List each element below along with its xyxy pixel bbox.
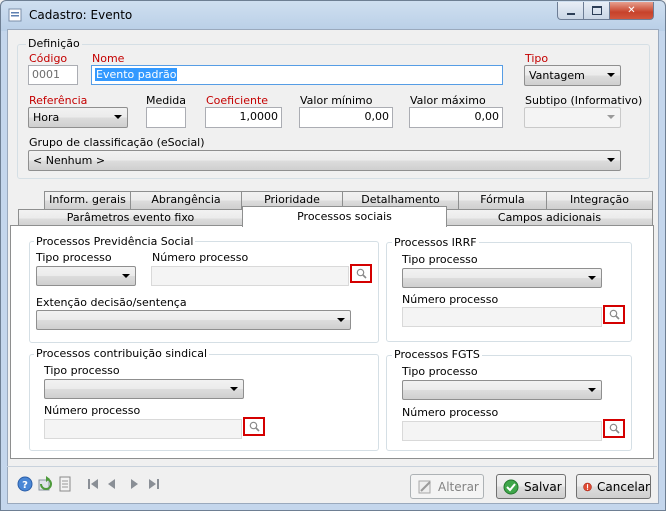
sindical-numero-field[interactable] xyxy=(44,419,242,439)
bottom-separator xyxy=(7,466,657,467)
maximize-icon xyxy=(591,6,602,15)
medida-label: Medida xyxy=(146,94,187,107)
irrf-search-button[interactable] xyxy=(603,305,625,324)
alterar-button[interactable]: Alterar xyxy=(410,474,484,499)
previdencia-search-button[interactable] xyxy=(350,264,372,283)
salvar-button[interactable]: Salvar xyxy=(496,474,566,499)
help-icon[interactable]: ? xyxy=(17,476,33,492)
search-icon xyxy=(249,421,260,432)
valor-maximo-label: Valor máximo xyxy=(410,94,486,107)
cancelar-button[interactable]: Cancelar xyxy=(576,474,651,499)
fgts-group-title: Processos FGTS xyxy=(392,348,482,361)
codigo-field[interactable]: 0001 xyxy=(28,65,78,85)
document-icon[interactable] xyxy=(57,476,73,492)
fgts-numero-field[interactable] xyxy=(402,421,602,441)
tipo-label: Tipo xyxy=(525,52,549,65)
app-icon xyxy=(8,8,22,22)
coeficiente-label: Coeficiente xyxy=(206,94,269,107)
window-title: Cadastro: Evento xyxy=(29,8,133,22)
nome-field[interactable]: Evento padrão xyxy=(91,65,503,85)
minimize-button[interactable] xyxy=(557,2,584,20)
tab-inform-gerais[interactable]: Inform. gerais xyxy=(44,191,131,209)
check-icon xyxy=(503,479,519,494)
irrf-numero-field[interactable] xyxy=(402,307,602,327)
coeficiente-field[interactable]: 1,0000 xyxy=(205,107,282,128)
search-icon xyxy=(609,423,620,434)
medida-field[interactable] xyxy=(146,107,186,128)
tipo-select-value: Vantagem xyxy=(529,69,585,82)
referencia-select-value: Hora xyxy=(33,111,60,124)
tab-abrangencia[interactable]: Abrangência xyxy=(130,191,242,209)
previdencia-numero-label: Número processo xyxy=(152,251,249,264)
chevron-down-icon xyxy=(337,318,345,322)
valor-maximo-field[interactable]: 0,00 xyxy=(409,107,503,128)
chevron-down-icon xyxy=(114,115,122,119)
tipo-select[interactable]: Vantagem xyxy=(524,65,621,86)
grupo-label: Grupo de classificação (eSocial) xyxy=(29,136,205,149)
sindical-numero-label: Número processo xyxy=(44,404,141,417)
search-icon xyxy=(356,268,367,279)
tab-formula[interactable]: Fórmula xyxy=(458,191,547,209)
referencia-select[interactable]: Hora xyxy=(28,107,128,128)
previdencia-extencao-label: Extenção decisão/sentença xyxy=(36,296,187,309)
previdencia-tipo-label: Tipo processo xyxy=(36,251,112,264)
title-bar[interactable]: Cadastro: Evento ✕ xyxy=(1,1,665,29)
alterar-label: Alterar xyxy=(438,479,479,494)
previdencia-numero-field[interactable] xyxy=(151,266,349,286)
sindical-search-button[interactable] xyxy=(243,417,265,436)
first-record-icon[interactable] xyxy=(85,476,101,492)
irrf-numero-label: Número processo xyxy=(402,293,499,306)
close-icon: ✕ xyxy=(627,5,636,16)
chevron-down-icon xyxy=(607,158,615,162)
previous-record-icon[interactable] xyxy=(104,476,120,492)
chevron-down-icon xyxy=(230,387,238,391)
chevron-down-icon xyxy=(588,276,596,280)
grupo-select-value: < Nenhum > xyxy=(33,154,106,167)
cancelar-label: Cancelar xyxy=(597,479,650,494)
codigo-label: Código xyxy=(29,52,68,65)
chevron-down-icon xyxy=(607,115,615,119)
edit-icon xyxy=(418,480,431,493)
search-icon xyxy=(609,309,620,320)
subtipo-select[interactable] xyxy=(524,107,621,128)
referencia-label: Referência xyxy=(29,94,88,107)
salvar-label: Salvar xyxy=(524,479,562,494)
previdencia-extencao-select[interactable] xyxy=(36,310,351,330)
refresh-icon[interactable] xyxy=(37,476,53,492)
nome-label: Nome xyxy=(92,52,125,65)
irrf-group-title: Processos IRRF xyxy=(392,236,479,249)
chevron-down-icon xyxy=(607,73,615,77)
close-button[interactable]: ✕ xyxy=(609,2,654,20)
nome-value: Evento padrão xyxy=(95,68,178,81)
sindical-tipo-select[interactable] xyxy=(44,379,244,399)
next-record-icon[interactable] xyxy=(126,476,142,492)
last-record-icon[interactable] xyxy=(146,476,162,492)
definicao-group-title: Definição xyxy=(26,37,82,50)
grupo-select[interactable]: < Nenhum > xyxy=(28,150,621,171)
fgts-numero-label: Número processo xyxy=(402,406,499,419)
previdencia-group-title: Processos Previdência Social xyxy=(34,235,196,248)
valor-minimo-label: Valor mínimo xyxy=(300,94,373,107)
chevron-down-icon xyxy=(122,274,130,278)
fgts-search-button[interactable] xyxy=(603,419,625,438)
fgts-tipo-label: Tipo processo xyxy=(402,365,478,378)
irrf-tipo-label: Tipo processo xyxy=(402,253,478,266)
fgts-tipo-select[interactable] xyxy=(402,380,602,400)
cancel-icon xyxy=(583,482,592,491)
tab-integracao[interactable]: Integração xyxy=(546,191,653,209)
tab-processos-sociais[interactable]: Processos sociais xyxy=(242,206,447,227)
irrf-tipo-select[interactable] xyxy=(402,268,602,288)
sindical-group-title: Processos contribuição sindical xyxy=(34,347,209,360)
valor-minimo-field[interactable]: 0,00 xyxy=(299,107,393,128)
previdencia-tipo-select[interactable] xyxy=(36,266,136,286)
sindical-tipo-label: Tipo processo xyxy=(44,364,120,377)
svg-text:?: ? xyxy=(22,480,28,491)
minimize-icon xyxy=(566,12,575,15)
maximize-button[interactable] xyxy=(583,2,610,20)
subtipo-label: Subtipo (Informativo) xyxy=(525,94,643,107)
chevron-down-icon xyxy=(588,388,596,392)
